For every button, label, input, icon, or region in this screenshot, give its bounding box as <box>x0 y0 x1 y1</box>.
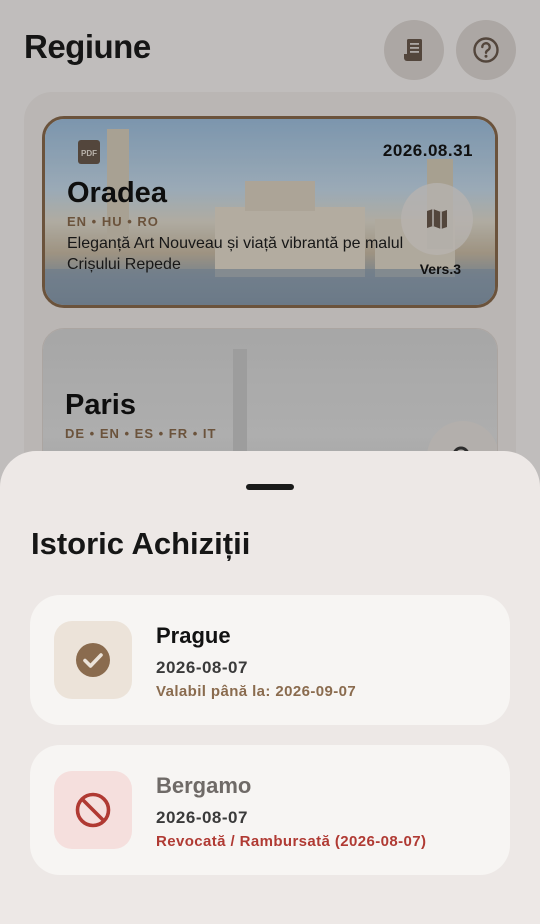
purchase-status: Revocată / Rambursată (2026-08-07) <box>156 833 427 850</box>
purchase-name: Bergamo <box>156 773 252 798</box>
block-icon <box>75 792 111 828</box>
purchase-item-bergamo[interactable]: Bergamo 2026-08-07 Revocată / Rambursată… <box>30 745 510 875</box>
purchase-status-icon-box <box>54 771 132 849</box>
sheet-title: Istoric Achiziții <box>31 526 251 561</box>
drag-handle[interactable] <box>246 484 294 490</box>
purchase-date: 2026-08-07 <box>156 658 248 677</box>
purchase-name: Prague <box>156 623 231 648</box>
purchase-status: Valabil până la: 2026-09-07 <box>156 683 357 700</box>
purchase-item-prague[interactable]: Prague 2026-08-07 Valabil până la: 2026-… <box>30 595 510 725</box>
check-circle-icon <box>76 643 110 677</box>
purchase-date: 2026-08-07 <box>156 808 248 827</box>
purchase-history-sheet: Istoric Achiziții Prague 2026-08-07 Vala… <box>0 451 540 924</box>
purchase-status-icon-box <box>54 621 132 699</box>
